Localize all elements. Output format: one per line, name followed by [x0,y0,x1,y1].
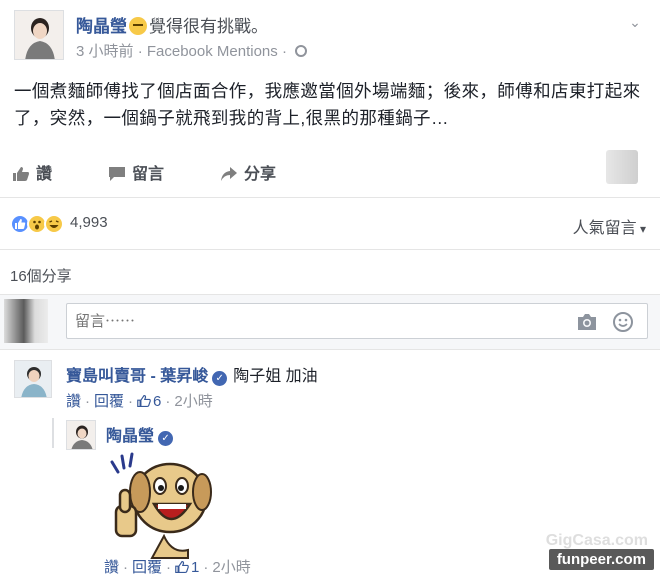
verified-badge-icon: ✓ [212,371,228,386]
comment-sort-dropdown[interactable]: 人氣留言 [573,214,646,238]
blurred-avatar [606,150,638,184]
post-body: 一個煮麵師傅找了個店面合作，我應邀當個外場端麵；後來，師傅和店東打起來了，突然，… [14,81,641,128]
like-count-icon [175,560,189,574]
thumbs-up-icon [13,167,29,181]
comment-item: 寶島叫賣哥 - 葉昇峻 ✓ 陶子姐 加油 讚 · 回覆 · 6 · 2小時 [14,360,614,416]
meta-separator: · [281,43,292,60]
site-watermark: funpeer.com [548,549,654,570]
comment-composer [0,294,660,350]
verified-badge-icon: ✓ [158,431,174,446]
post-time[interactable]: 3 小時前 [76,43,134,60]
reply-author-name[interactable]: 陶晶瑩 [106,428,154,445]
post-action-bar: 讚 留言 分享 [0,146,660,198]
reply-like-count[interactable]: 1 [191,559,199,576]
post-meta: 3 小時前 · Facebook Mentions · [76,40,308,61]
viewer-avatar [4,299,48,343]
comment-label: 留言 [132,166,165,183]
author-name[interactable]: 陶晶瑩 [76,17,127,36]
reply-avatar[interactable] [66,420,96,450]
meta-separator: · [137,43,147,60]
post-source[interactable]: Facebook Mentions [147,43,278,60]
emoji-icon[interactable] [612,311,634,333]
reply-thread-line [52,418,54,448]
post-options-chevron-icon[interactable]: ⌄ [626,14,644,30]
feeling-text: 覺得很有挑戰。 [149,17,268,36]
reply-like-link[interactable]: 讚 [104,559,119,576]
comment-button[interactable]: 留言 [108,160,164,184]
like-button[interactable]: 讚 [12,160,52,184]
like-count-icon [137,394,151,408]
post-header: 陶晶瑩 覺得很有挑戰。 3 小時前 · Facebook Mentions · ⌄ [14,10,646,62]
comment-like-count[interactable]: 6 [153,393,161,410]
comment-line: 寶島叫賣哥 - 葉昇峻 ✓ 陶子姐 加油 [66,362,318,386]
share-arrow-icon [221,167,237,181]
share-count[interactable]: 16個分享 [10,265,72,286]
reply-time[interactable]: 2小時 [212,559,250,576]
commenter-avatar[interactable] [14,360,52,398]
reply-line: 陶晶瑩 ✓ [106,422,174,446]
author-line: 陶晶瑩 覺得很有挑戰。 [76,12,268,37]
comment-input[interactable] [66,303,648,339]
author-avatar[interactable] [14,10,64,60]
ghost-watermark: GigCasa.com [545,532,648,549]
globe-icon[interactable] [295,45,308,57]
reactions-row: 4,993 人氣留言 [0,198,660,250]
speech-bubble-icon [109,167,125,181]
thumbs-up-sticker-icon [110,452,212,559]
share-button[interactable]: 分享 [220,160,276,184]
reaction-count[interactable]: 4,993 [70,214,108,231]
comment-reply-link[interactable]: 回覆 [94,393,124,410]
reply-reply-link[interactable]: 回覆 [132,559,162,576]
commenter-name[interactable]: 寶島叫賣哥 - 葉昇峻 [66,368,208,385]
comment-like-link[interactable]: 讚 [66,393,81,410]
comment-time[interactable]: 2小時 [174,393,212,410]
haha-reaction-icon[interactable] [44,214,64,234]
like-label: 讚 [36,166,53,183]
camera-icon[interactable] [576,313,598,331]
comment-text: 陶子姐 加油 [233,368,318,385]
share-label: 分享 [244,166,277,183]
feeling-emoji-icon [129,17,147,35]
comment-actions: 讚 · 回覆 · 6 · 2小時 [66,393,213,410]
